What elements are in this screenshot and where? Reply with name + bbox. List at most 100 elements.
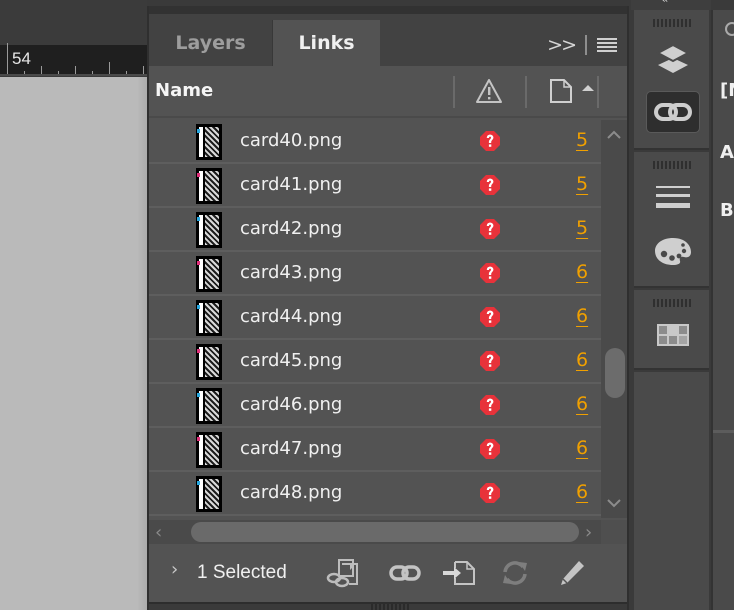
column-divider[interactable]: [453, 76, 455, 108]
relink-button[interactable]: [387, 558, 423, 588]
sort-ascending-icon[interactable]: [582, 85, 594, 91]
page-icon[interactable]: [549, 78, 573, 104]
missing-link-icon[interactable]: [479, 350, 501, 372]
scroll-up-icon[interactable]: [607, 128, 621, 142]
links-panel-button[interactable]: [646, 91, 700, 133]
link-thumbnail: [196, 168, 222, 204]
dock-empty-area: [634, 372, 709, 610]
scroll-right-icon[interactable]: ›: [585, 522, 592, 543]
link-thumbnail: [196, 300, 222, 336]
link-thumbnail: [196, 476, 222, 512]
panel-text-line[interactable]: A-: [720, 142, 734, 163]
vertical-scrollbar[interactable]: [601, 120, 627, 518]
column-divider[interactable]: [525, 76, 527, 108]
link-page-number[interactable]: 6: [576, 481, 588, 503]
link-filename: card47.png: [240, 438, 343, 459]
panel-dock-strip: «: [631, 0, 711, 610]
ruler-tick: [126, 71, 127, 74]
go-to-link-button[interactable]: [441, 558, 477, 588]
missing-link-icon[interactable]: [479, 482, 501, 504]
link-row[interactable]: card44.png 6: [149, 296, 601, 340]
app-window: 54 Layers Links >> Name card40.png 5 car…: [0, 0, 734, 610]
link-row[interactable]: card48.png 6: [149, 472, 601, 516]
dock-group-grip[interactable]: [653, 161, 691, 169]
collapse-panel-icon[interactable]: >>: [547, 34, 577, 56]
link-row[interactable]: card45.png 6: [149, 340, 601, 384]
link-page-number[interactable]: 5: [576, 129, 588, 151]
dock-group-grip[interactable]: [653, 299, 691, 307]
panel-text-line[interactable]: [N: [720, 80, 734, 101]
horizontal-scroll-thumb[interactable]: [191, 522, 579, 542]
link-row[interactable]: card46.png 6: [149, 384, 601, 428]
dock-group-grip[interactable]: [653, 19, 691, 27]
update-link-button[interactable]: [497, 558, 533, 588]
column-header-name[interactable]: Name: [155, 80, 213, 101]
dock-group: [634, 152, 709, 288]
link-page-number[interactable]: 6: [576, 305, 588, 327]
missing-link-icon[interactable]: [479, 130, 501, 152]
column-divider[interactable]: [597, 76, 599, 108]
ruler-tick: [24, 71, 25, 74]
pages-panel-button[interactable]: [646, 314, 700, 356]
missing-link-icon[interactable]: [479, 218, 501, 240]
link-page-number[interactable]: 6: [576, 349, 588, 371]
expand-link-info-icon[interactable]: ›: [171, 559, 178, 580]
panel-option-icon[interactable]: [725, 22, 734, 36]
scroll-left-icon[interactable]: ‹: [155, 522, 162, 543]
links-icon: [654, 103, 692, 121]
tab-layers[interactable]: Layers: [149, 20, 273, 66]
missing-link-icon[interactable]: [479, 174, 501, 196]
missing-link-icon[interactable]: [479, 394, 501, 416]
stroke-icon: [656, 186, 690, 208]
link-filename: card46.png: [240, 394, 343, 415]
relink-cc-libraries-button[interactable]: [325, 558, 361, 588]
panel-title-bar[interactable]: [149, 6, 627, 14]
link-row[interactable]: card47.png 6: [149, 428, 601, 472]
link-page-number[interactable]: 6: [576, 393, 588, 415]
link-row[interactable]: card43.png 6: [149, 252, 601, 296]
link-row[interactable]: card40.png 5: [149, 120, 601, 164]
swatches-panel-button[interactable]: [646, 230, 700, 272]
thumbnail-color-tag: [197, 129, 200, 133]
thumbnail-color-tag: [197, 261, 200, 265]
thumbnail-color-tag: [197, 349, 200, 353]
adjacent-panel: [N A- B-: [711, 10, 734, 610]
link-page-number[interactable]: 5: [576, 217, 588, 239]
link-row[interactable]: card41.png 5: [149, 164, 601, 208]
vertical-scroll-thumb[interactable]: [605, 348, 625, 398]
collapse-dock-icon[interactable]: «: [661, 0, 668, 6]
document-canvas[interactable]: [0, 77, 147, 610]
missing-link-icon[interactable]: [479, 306, 501, 328]
link-thumbnail: [196, 388, 222, 424]
horizontal-ruler[interactable]: 54: [0, 43, 147, 76]
link-filename: card42.png: [240, 218, 343, 239]
warning-icon[interactable]: [475, 78, 503, 104]
tab-links[interactable]: Links: [273, 20, 380, 66]
edit-original-button[interactable]: [553, 558, 589, 588]
link-page-number[interactable]: 6: [576, 261, 588, 283]
layers-icon: [655, 43, 691, 73]
layers-panel-button[interactable]: [646, 38, 700, 80]
link-filename: card41.png: [240, 174, 343, 195]
link-filename: card43.png: [240, 262, 343, 283]
dock-collapse-bar[interactable]: «: [631, 0, 711, 10]
link-row[interactable]: card42.png 5: [149, 208, 601, 252]
scroll-down-icon[interactable]: [607, 496, 621, 510]
missing-link-icon[interactable]: [479, 262, 501, 284]
link-page-number[interactable]: 6: [576, 437, 588, 459]
panel-text-line[interactable]: B-: [720, 200, 734, 221]
link-filename: card45.png: [240, 350, 343, 371]
link-thumbnail: [196, 124, 222, 160]
stroke-panel-button[interactable]: [646, 176, 700, 218]
panel-menu-icon[interactable]: [597, 38, 617, 52]
link-thumbnail: [196, 432, 222, 468]
missing-link-icon[interactable]: [479, 438, 501, 460]
link-filename: card44.png: [240, 306, 343, 327]
panel-resize-grip[interactable]: [149, 602, 627, 610]
dock-group: [634, 10, 709, 150]
panel-tab-bar: Layers Links >>: [149, 14, 627, 66]
selection-count: 1 Selected: [197, 562, 287, 583]
horizontal-scrollbar[interactable]: ‹ ›: [149, 520, 601, 544]
thumbnail-color-tag: [197, 393, 200, 397]
link-page-number[interactable]: 5: [576, 173, 588, 195]
